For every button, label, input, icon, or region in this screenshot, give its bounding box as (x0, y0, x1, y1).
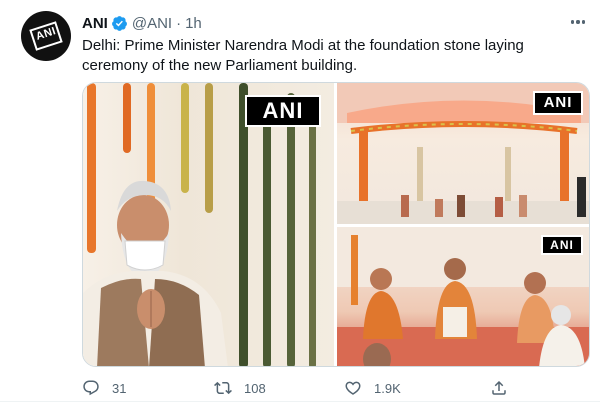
ani-watermark: ANI (541, 235, 583, 255)
retweet-icon (214, 381, 232, 395)
share-icon (492, 380, 506, 395)
tweet-timestamp[interactable]: 1h (185, 15, 202, 32)
more-options-icon[interactable] (566, 12, 590, 32)
author-handle[interactable]: @ANI (132, 15, 172, 32)
like-icon (345, 381, 361, 395)
retweet-button[interactable]: 108 (214, 378, 266, 398)
reply-button[interactable]: 31 (82, 378, 126, 398)
more-dot (581, 20, 586, 24)
reply-icon (83, 380, 99, 396)
photo-top-right[interactable]: ANI (337, 83, 589, 224)
separator-dot: · (176, 14, 182, 32)
more-dot (570, 20, 575, 24)
like-count: 1.9K (374, 380, 401, 396)
retweet-count: 108 (244, 380, 266, 396)
author-name[interactable]: ANI (82, 15, 108, 32)
reply-count: 31 (112, 380, 127, 396)
ani-watermark: ANI (533, 91, 583, 115)
like-button[interactable]: 1.9K (344, 378, 401, 398)
ani-watermark: ANI (245, 95, 321, 127)
share-button[interactable] (490, 378, 508, 398)
tweet-header: ANI @ANI · 1h (82, 13, 202, 33)
tweet-actions: 31 108 1.9K (82, 378, 590, 398)
tweet-text: Delhi: Prime Minister Narendra Modi at t… (82, 37, 524, 74)
tweet-card[interactable]: ANI ANI @ANI · 1h Delhi: Prime Minister … (0, 0, 600, 402)
media-grid: ANI ANI ANI (82, 82, 590, 367)
more-dot (576, 20, 580, 24)
photo-main[interactable]: ANI (83, 83, 334, 366)
photo-bottom-right[interactable]: ANI (337, 227, 589, 366)
avatar[interactable]: ANI (21, 11, 71, 61)
verified-badge-icon (111, 15, 127, 31)
